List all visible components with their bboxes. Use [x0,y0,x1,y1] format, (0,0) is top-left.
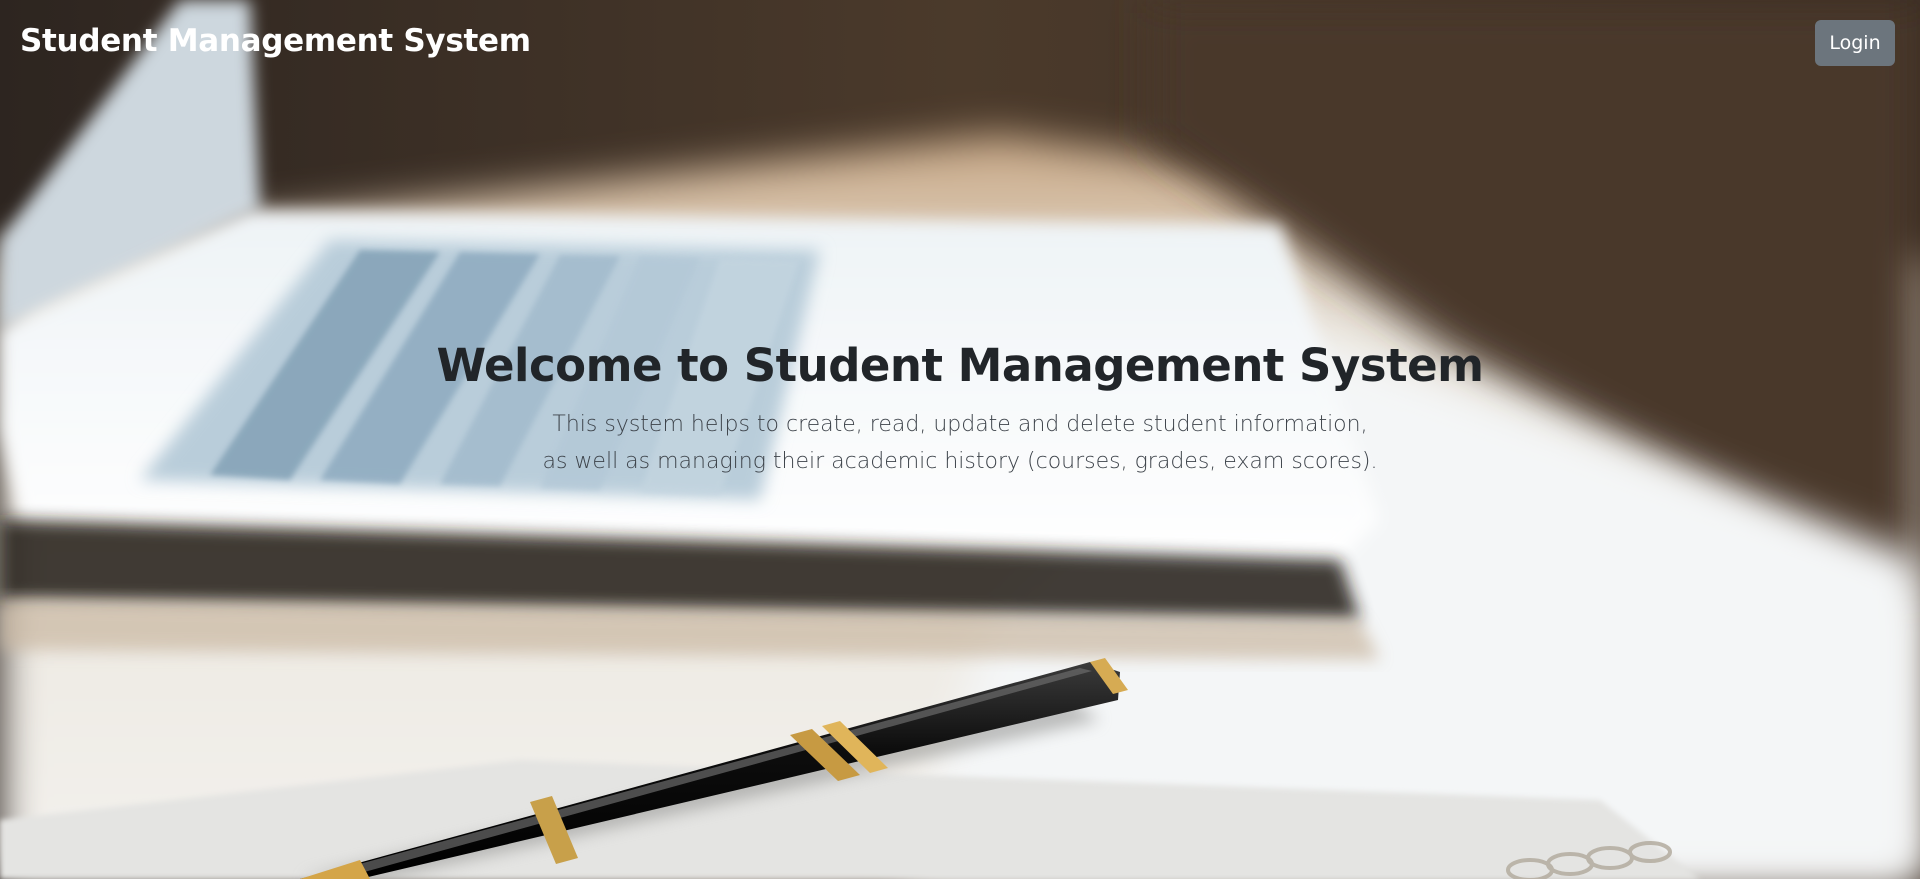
brand-link[interactable]: Student Management System [20,23,531,59]
hero-description: This system helps to create, read, updat… [0,406,1920,480]
hero-description-line-2: as well as managing their academic histo… [542,449,1378,474]
hero-section: Welcome to Student Management System Thi… [0,330,1920,480]
login-button[interactable]: Login [1815,20,1895,66]
landing-page: Student Management System Login Welcome … [0,0,1920,879]
hero-title: Welcome to Student Management System [436,339,1485,392]
navbar: Student Management System Login [0,0,1920,86]
hero-description-line-1: This system helps to create, read, updat… [552,412,1368,437]
